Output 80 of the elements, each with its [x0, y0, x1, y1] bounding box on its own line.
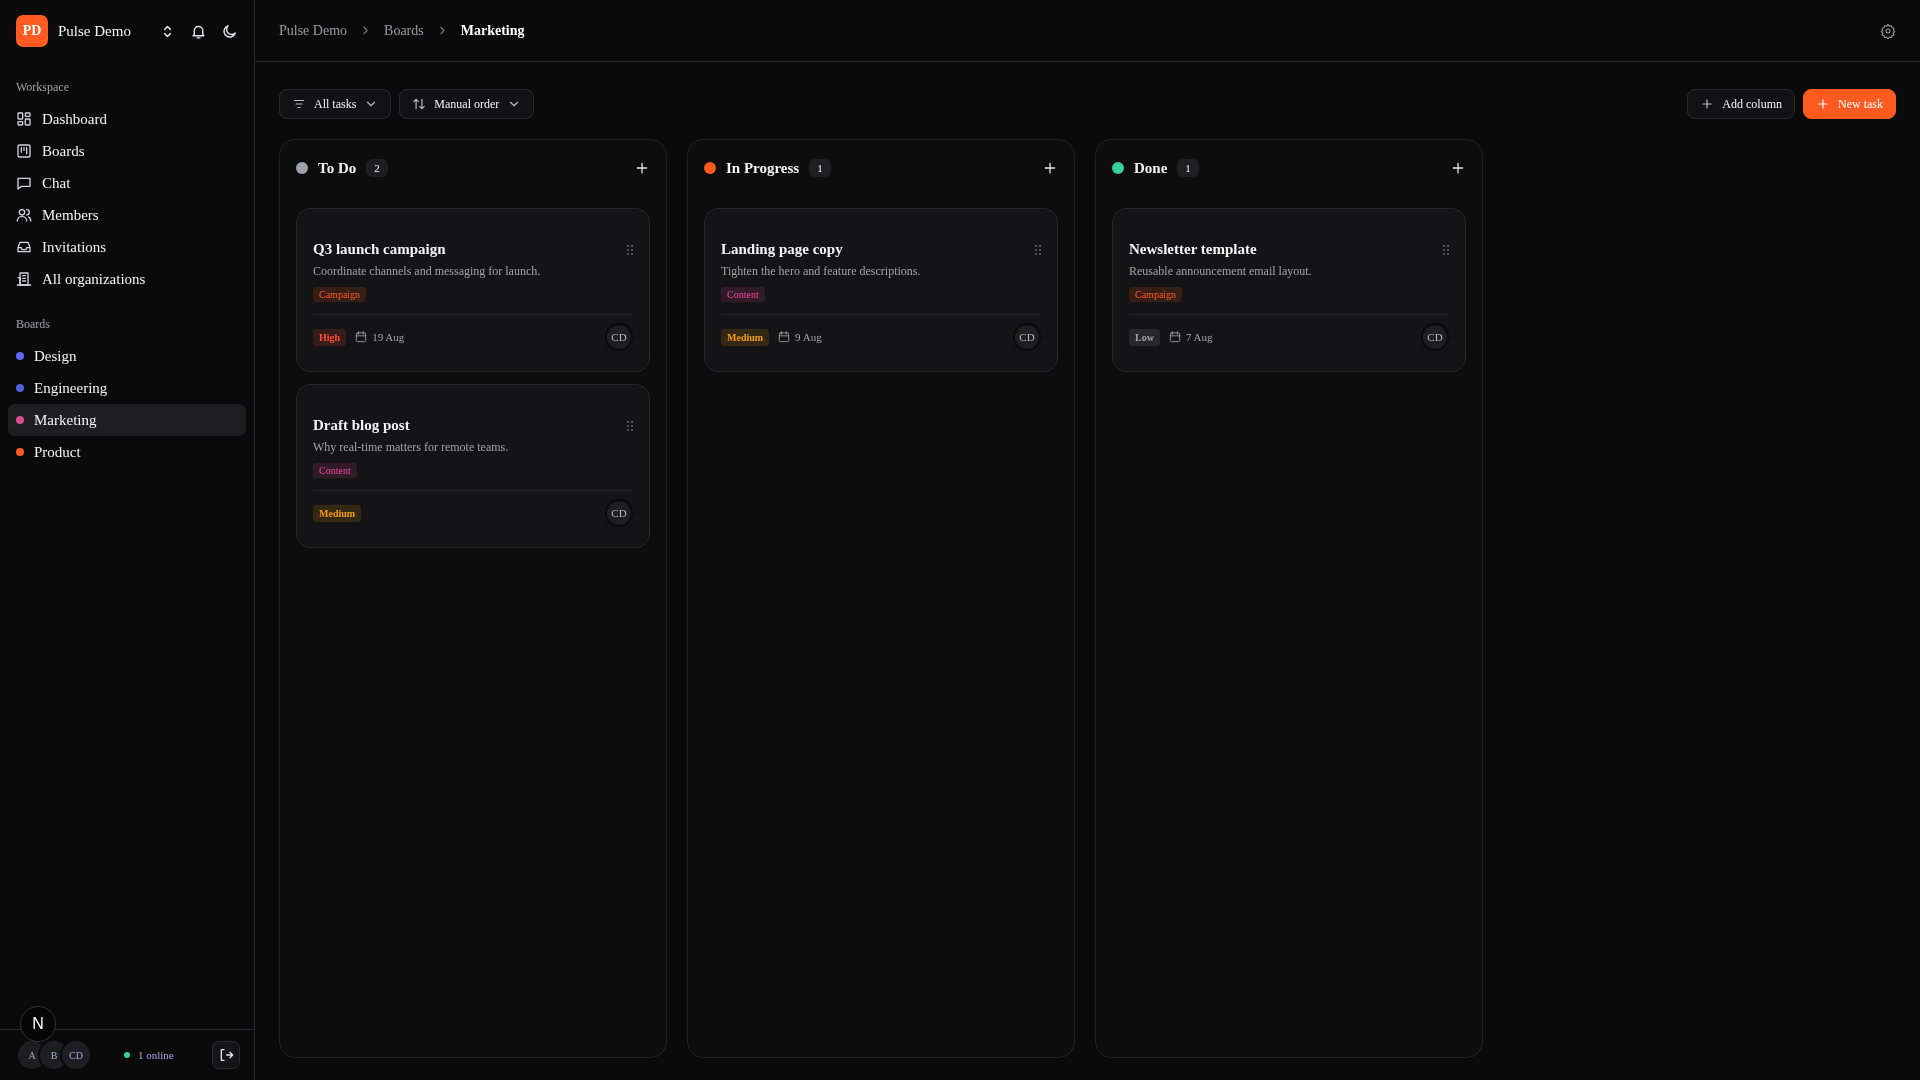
filter-icon	[292, 97, 306, 111]
board-item[interactable]: Engineering	[8, 372, 246, 404]
section-label: Workspace	[15, 79, 70, 96]
board-item[interactable]: Design	[8, 340, 246, 372]
task-title: Landing page copy	[721, 241, 844, 258]
filter-dropdown[interactable]: All tasks	[279, 89, 392, 119]
add-icon[interactable]	[634, 160, 650, 176]
breadcrumb-link[interactable]: Boards	[384, 22, 424, 39]
calendar-icon	[1167, 330, 1182, 344]
due-date: 9 Aug	[795, 331, 822, 343]
add-icon[interactable]	[1450, 160, 1466, 176]
moon-icon[interactable]	[221, 22, 238, 40]
nav-item[interactable]: Chat	[8, 167, 246, 199]
sort-icon	[412, 97, 427, 111]
due-date: 19 Aug	[372, 331, 405, 343]
logout-icon	[218, 1047, 234, 1063]
due-date: 7 Aug	[1185, 331, 1213, 343]
drag-handle-icon[interactable]	[627, 420, 633, 431]
section-label: Boards	[15, 316, 51, 333]
board-icon	[16, 143, 32, 159]
assignee-avatar: CD	[605, 323, 633, 351]
inbox-icon	[16, 239, 32, 255]
sort-dropdown[interactable]: Manual order	[399, 89, 535, 119]
tag: Campaign	[313, 287, 367, 302]
chat-icon	[16, 175, 32, 191]
priority-tag: Medium	[721, 328, 770, 346]
avatar: CD	[60, 1039, 92, 1071]
calendar-icon	[777, 330, 792, 344]
dev-badge[interactable]: N	[20, 1006, 56, 1042]
workspace-name: Pulse Demo	[58, 22, 132, 40]
task-card[interactable]: Landing page copy Tighten the hero and feature descriptions. Content Medium 9 Aug CD	[704, 208, 1058, 372]
nav-item[interactable]: Members	[8, 199, 246, 231]
column-title: Done	[1134, 159, 1168, 177]
settings-icon[interactable]	[1880, 22, 1896, 39]
tag: Campaign	[1129, 287, 1183, 302]
task-description: Reusable announcement email layout.	[1129, 264, 1312, 279]
assignee-avatar: CD	[1421, 323, 1449, 351]
nav-item[interactable]: All organizations	[8, 263, 246, 295]
assignee-avatar: CD	[605, 499, 633, 527]
plus-icon	[1700, 97, 1715, 111]
task-title: Newsletter template	[1129, 241, 1258, 258]
logout-button[interactable]	[212, 1041, 240, 1069]
board-item[interactable]: Product	[8, 436, 246, 468]
status-dot	[124, 1052, 130, 1058]
column-title: To Do	[318, 159, 357, 177]
task-description: Coordinate channels and messaging for launch.	[313, 264, 541, 279]
column-title: In Progress	[726, 159, 800, 177]
calendar-icon	[354, 330, 369, 344]
priority-tag: High	[313, 328, 347, 346]
drag-handle-icon[interactable]	[627, 244, 633, 255]
dashboard-icon	[16, 111, 32, 127]
priority-tag: Low	[1129, 328, 1160, 346]
assignee-avatar: CD	[1013, 323, 1041, 351]
tag: Content	[313, 463, 357, 478]
drag-handle-icon[interactable]	[1035, 244, 1041, 255]
tag: Content	[721, 287, 765, 302]
building-icon	[16, 271, 32, 287]
task-card[interactable]: Draft blog post Why real-time matters for remote teams. Content Medium CD	[296, 384, 650, 548]
task-description: Why real-time matters for remote teams.	[313, 440, 509, 455]
count-badge: 1	[809, 159, 831, 177]
task-card[interactable]: Q3 launch campaign Coordinate channels and messaging for launch. Campaign High 19 Aug CD	[296, 208, 650, 372]
board-item[interactable]: Marketing	[8, 404, 246, 436]
workspace-logo: PD	[16, 15, 48, 47]
breadcrumb-link[interactable]: Pulse Demo	[279, 22, 348, 39]
task-title: Q3 launch campaign	[313, 241, 447, 258]
members-icon	[16, 207, 32, 223]
nav-item[interactable]: Invitations	[8, 231, 246, 263]
add-column-button[interactable]: Add column	[1687, 89, 1795, 119]
add-icon[interactable]	[1042, 160, 1058, 176]
online-count: 1 online	[138, 1049, 175, 1061]
nav-item[interactable]: Boards	[8, 135, 246, 167]
priority-tag: Medium	[313, 504, 362, 522]
task-card[interactable]: Newsletter template Reusable announcement email layout. Campaign Low 7 Aug CD	[1112, 208, 1466, 372]
count-badge: 1	[1177, 159, 1199, 177]
plus-icon	[1816, 97, 1830, 111]
count-badge: 2	[366, 159, 388, 177]
nav-item[interactable]: Dashboard	[8, 103, 246, 135]
task-description: Tighten the hero and feature descriptions.	[721, 264, 921, 279]
task-title: Draft blog post	[313, 417, 411, 434]
drag-handle-icon[interactable]	[1443, 244, 1449, 255]
